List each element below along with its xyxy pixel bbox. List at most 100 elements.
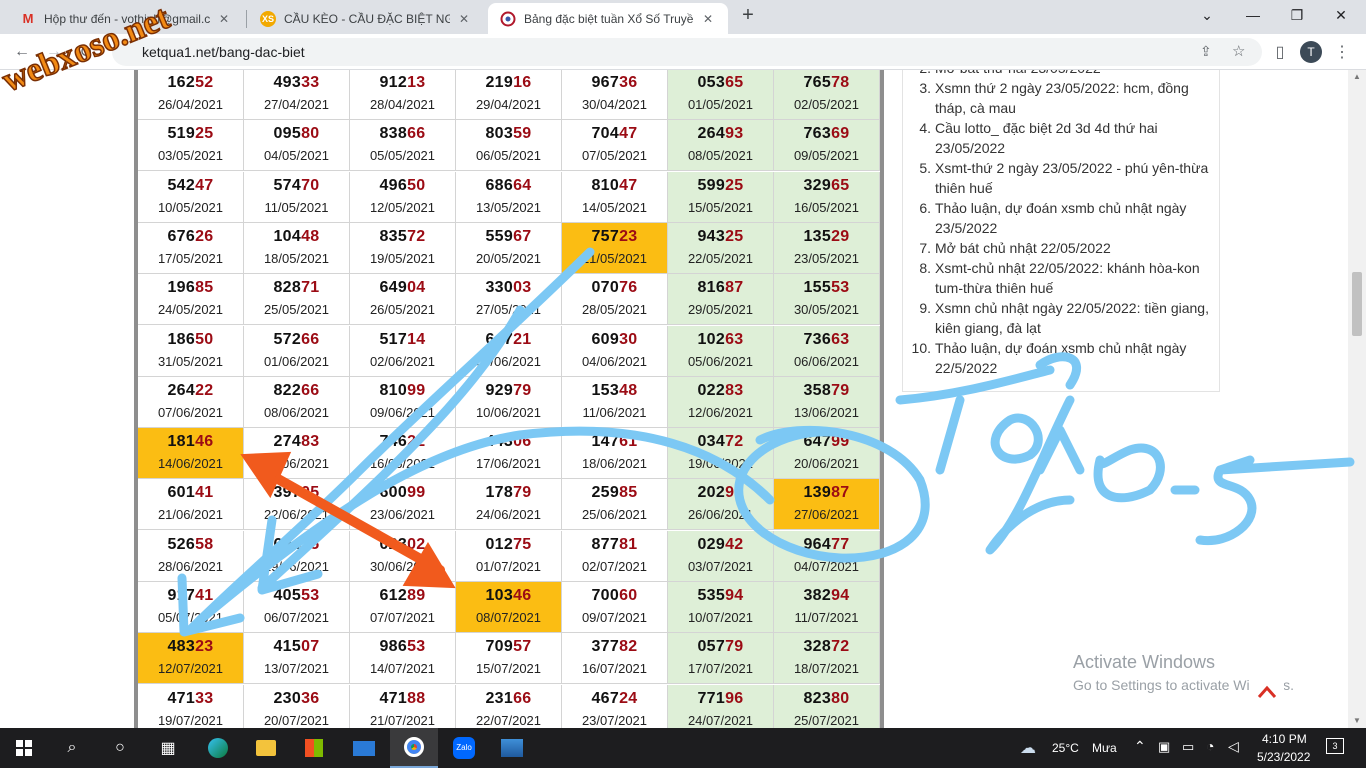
chevron-up-icon[interactable]: ⌃ (1134, 738, 1146, 755)
notifications-icon[interactable]: 3 (1326, 738, 1344, 754)
address-bar[interactable]: ketqua1.net/bang-dac-biet ⇪ ☆ (112, 38, 1262, 66)
result-number: 13529 (803, 227, 850, 245)
store-icon[interactable] (290, 728, 338, 768)
result-date: 05/06/2021 (687, 353, 754, 369)
result-number: 61289 (379, 587, 426, 604)
post-link[interactable]: 3. Xsmn thứ 2 ngày 23/05/2022: hcm, đồng … (903, 78, 1221, 118)
result-number: 21916 (485, 74, 532, 91)
result-date: 24/06/2021 (475, 507, 542, 523)
result-cell: 57266 01/06/2021 (244, 325, 350, 377)
new-tab-button[interactable]: + (736, 4, 760, 28)
result-number: 07076 (591, 279, 638, 297)
result-cell: 51714 02/06/2021 (350, 325, 456, 377)
result-cell: 82266 08/06/2021 (244, 376, 350, 428)
result-number: 92979 (485, 381, 532, 399)
page-scrollbar[interactable]: ▲ ▼ (1348, 70, 1366, 728)
edge-icon[interactable] (194, 728, 242, 768)
restore-button[interactable]: ❐ (1274, 0, 1320, 30)
weather-icon[interactable]: ☁ (1020, 738, 1036, 758)
more-menu-icon[interactable]: ⋮ (1330, 40, 1354, 64)
result-date: 30/06/2021 (369, 558, 436, 574)
file-explorer-icon[interactable] (242, 728, 290, 768)
result-number: 52658 (167, 535, 214, 553)
post-link[interactable]: 6. Thảo luận, dự đoán xsmb chủ nhật ngày … (903, 198, 1221, 238)
tab-cau-keo[interactable]: XS CẦU KÈO - CẦU ĐẶC BIỆT NGÀY ✕ (248, 3, 484, 34)
result-number: 83866 (379, 125, 426, 143)
result-cell: 01275 01/07/2021 (456, 530, 562, 582)
result-number: 32965 (803, 176, 850, 194)
chevron-down-icon[interactable]: ⌄ (1184, 0, 1230, 30)
zalo-icon[interactable]: Zalo (440, 728, 488, 768)
post-title: Xsmt-thứ 2 ngày 23/05/2022 - phú yên-thừ… (935, 160, 1209, 196)
clock-date[interactable]: 5/23/2022 (1257, 750, 1310, 764)
result-cell: 39705 22/06/2021 (244, 479, 350, 531)
avatar[interactable]: T (1300, 41, 1322, 63)
result-date: 12/05/2021 (369, 199, 436, 215)
result-cell: 21916 29/04/2021 (456, 70, 562, 120)
result-number: 10263 (697, 330, 744, 348)
weather-label[interactable]: Mưa (1092, 741, 1117, 755)
chrome-icon[interactable] (390, 728, 438, 768)
result-number: 91741 (167, 587, 214, 604)
windows-start-icon[interactable] (0, 728, 48, 768)
result-number: 91213 (379, 74, 426, 91)
result-cell: 59925 15/05/2021 (668, 171, 774, 223)
side-panel-icon[interactable]: ▯ (1268, 40, 1292, 64)
post-link[interactable]: 9. Xsmn chủ nhật ngày 22/05/2022: tiền gi… (903, 298, 1221, 338)
star-icon[interactable]: ☆ (1232, 42, 1245, 60)
svg-text:webxoso.net: webxoso.net (0, 0, 175, 99)
post-link[interactable]: 10. Thảo luận, dự đoán xsmb chủ nhật ngày… (903, 338, 1221, 378)
result-number: 82871 (273, 279, 320, 297)
result-cell: 10263 05/06/2021 (668, 325, 774, 377)
result-date: 23/05/2021 (793, 250, 860, 266)
post-link[interactable]: 5. Xsmt-thứ 2 ngày 23/05/2022 - phú yên-t… (903, 158, 1221, 198)
result-cell: 91213 28/04/2021 (350, 70, 456, 120)
post-index: 4. (919, 120, 931, 136)
result-cell: 10346 08/07/2021 (456, 582, 562, 633)
meet-now-icon[interactable]: ▣ (1158, 739, 1170, 755)
result-cell: 49333 27/04/2021 (244, 70, 350, 120)
result-date: 23/07/2021 (581, 712, 648, 728)
scroll-thumb[interactable] (1352, 272, 1362, 336)
result-number: 27483 (273, 433, 320, 451)
result-number: 37782 (591, 638, 638, 656)
scroll-up-arrow[interactable]: ▲ (1348, 70, 1366, 84)
result-number: 26493 (697, 125, 744, 143)
post-link[interactable]: 4. Cầu lotto_ đặc biệt 2d 3d 4d thứ hai 2… (903, 118, 1221, 158)
tab-bang-dac-biet[interactable]: Bảng đặc biệt tuần Xổ Số Truyền Thống ✕ (488, 3, 728, 34)
wifi-icon[interactable]: ◔ (1206, 738, 1214, 754)
scroll-top-button[interactable] (1250, 675, 1284, 709)
close-icon[interactable]: ✕ (700, 12, 716, 26)
close-icon[interactable]: ✕ (456, 12, 472, 26)
activate-windows-title: Activate Windows (1073, 652, 1216, 672)
cortana-icon[interactable]: ○ (96, 728, 144, 768)
result-cell: 92979 10/06/2021 (456, 376, 562, 428)
result-cell: 75723 21/05/2021 (562, 222, 668, 274)
mail-icon[interactable] (340, 728, 388, 768)
result-date: 17/06/2021 (475, 456, 542, 472)
result-number: 87781 (591, 535, 638, 553)
volume-icon[interactable]: ◁ (1228, 738, 1239, 755)
post-link[interactable]: 8. Xsmt-chủ nhật 22/05/2022: khánh hòa-ko… (903, 258, 1221, 298)
window-close-button[interactable]: ✕ (1318, 0, 1364, 30)
post-link[interactable]: 2. Mở bát thứ hai 23/05/2022 (903, 70, 1221, 78)
post-link[interactable]: 7. Mở bát chủ nhật 22/05/2022 (903, 238, 1221, 258)
result-cell: 03472 19/06/2021 (668, 428, 774, 480)
result-number: 51714 (379, 330, 426, 348)
battery-icon[interactable]: ▭ (1182, 739, 1194, 755)
result-date: 29/05/2021 (687, 302, 754, 318)
result-number: 46724 (591, 689, 638, 707)
task-view-icon[interactable]: ▦ (144, 728, 192, 768)
share-icon[interactable]: ⇪ (1200, 43, 1212, 60)
result-cell: 83572 19/05/2021 (350, 222, 456, 274)
minimize-button[interactable]: — (1230, 0, 1276, 30)
clock-time[interactable]: 4:10 PM (1262, 732, 1307, 746)
photos-icon[interactable] (488, 728, 536, 768)
results-table: 16252 26/04/2021 49333 27/04/2021 91213 28/04… (134, 70, 884, 728)
scroll-down-arrow[interactable]: ▼ (1348, 714, 1366, 728)
weather-temp[interactable]: 25°C (1052, 741, 1079, 755)
search-icon[interactable]: ⌕ (48, 728, 96, 768)
result-date: 02/05/2021 (793, 97, 860, 112)
result-number: 77196 (697, 689, 744, 707)
result-date: 24/07/2021 (687, 712, 754, 728)
